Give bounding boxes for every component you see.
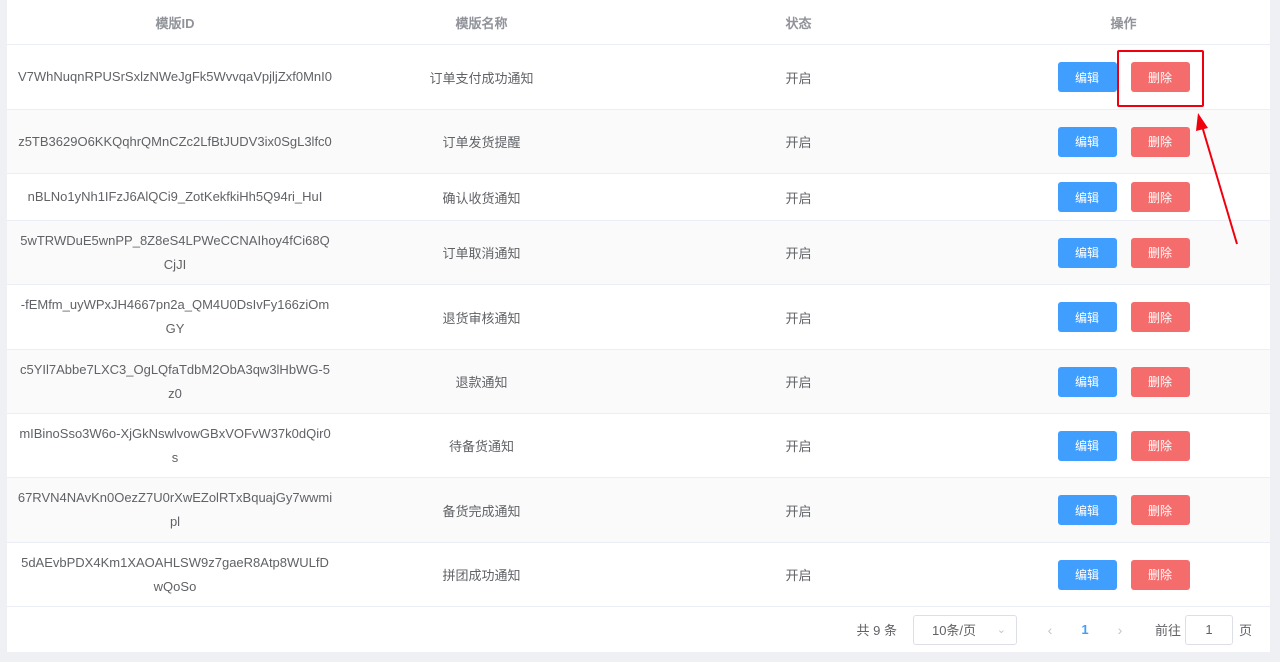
table-row: mIBinoSso3W6o-XjGkNswlvowGBxVOFvW37k0dQi… [7, 414, 1270, 478]
template-name-cell: 备货完成通知 [442, 503, 521, 519]
template-id-cell: 67RVN4NAvKn0OezZ7U0rXwEZolRTxBquajGy7wwm… [17, 490, 333, 529]
goto-label: 前往 [1154, 623, 1181, 638]
status-cell: 开启 [785, 246, 812, 261]
edit-button[interactable]: 编辑 [1057, 302, 1117, 332]
column-header-actions: 操作 [1110, 15, 1137, 31]
goto-unit: 页 [1238, 623, 1252, 638]
template-name-cell: 拼团成功通知 [442, 568, 521, 583]
page-size-value: 10条/页 [931, 623, 977, 638]
delete-button[interactable]: 删除 [1130, 302, 1190, 332]
status-cell: 开启 [785, 375, 812, 390]
template-id-cell: c5YIl7Abbe7LXC3_OgLQfaTdbM2ObA3qw3lHbWG-… [20, 361, 330, 401]
template-name-cell: 确认收货通知 [442, 190, 521, 206]
actions-cell: 编辑 删除 [977, 285, 1270, 349]
pagination-total: 共 9 条 [856, 623, 897, 638]
actions-cell: 编辑 删除 [977, 350, 1270, 413]
table-row: -fEMfm_uyWPxJH4667pn2a_QM4U0DsIvFy166ziO… [7, 285, 1270, 350]
edit-button[interactable]: 编辑 [1057, 237, 1117, 268]
table-row: c5YIl7Abbe7LXC3_OgLQfaTdbM2ObA3qw3lHbWG-… [7, 350, 1270, 414]
template-name-cell: 订单支付成功通知 [429, 70, 534, 86]
column-header-status: 状态 [785, 15, 812, 31]
status-cell: 开启 [785, 503, 812, 519]
delete-button[interactable]: 删除 [1130, 366, 1190, 397]
table-row: 5dAEvbPDX4Km1XAOAHLSW9z7gaeR8Atp8WULfDwQ… [7, 543, 1270, 607]
table-body: V7WhNuqnRPUSrSxlzNWeJgFk5WvvqaVpjljZxf0M… [7, 45, 1270, 607]
delete-button[interactable]: 删除 [1130, 126, 1190, 157]
table-row: V7WhNuqnRPUSrSxlzNWeJgFk5WvvqaVpjljZxf0M… [7, 45, 1270, 110]
status-cell: 开启 [785, 135, 812, 150]
edit-button[interactable]: 编辑 [1057, 62, 1117, 92]
table-row: z5TB3629O6KKQqhrQMnCZc2LfBtJUDV3ix0SgL3l… [7, 110, 1270, 174]
column-header-template-id: 模版ID [155, 15, 195, 31]
status-cell: 开启 [785, 568, 812, 583]
template-name-cell: 待备货通知 [448, 439, 514, 454]
delete-button[interactable]: 删除 [1130, 559, 1190, 590]
template-id-cell: z5TB3629O6KKQqhrQMnCZc2LfBtJUDV3ix0SgL3l… [18, 133, 332, 149]
template-id-cell: 5dAEvbPDX4Km1XAOAHLSW9z7gaeR8Atp8WULfDwQ… [21, 554, 329, 594]
actions-cell: 编辑 删除 [977, 45, 1270, 109]
table-row: 67RVN4NAvKn0OezZ7U0rXwEZolRTxBquajGy7wwm… [7, 478, 1270, 543]
edit-button[interactable]: 编辑 [1057, 495, 1117, 525]
template-name-cell: 订单取消通知 [442, 246, 521, 261]
actions-cell: 编辑 删除 [977, 174, 1270, 220]
actions-cell: 编辑 删除 [977, 478, 1270, 542]
template-id-cell: mIBinoSso3W6o-XjGkNswlvowGBxVOFvW37k0dQi… [19, 425, 331, 465]
delete-button[interactable]: 删除 [1130, 62, 1190, 92]
page-number-current[interactable]: 1 [1065, 622, 1105, 637]
column-header-template-name: 模版名称 [455, 15, 508, 31]
status-cell: 开启 [785, 70, 812, 86]
template-id-cell: -fEMfm_uyWPxJH4667pn2a_QM4U0DsIvFy166ziO… [20, 297, 330, 336]
actions-cell: 编辑 删除 [977, 414, 1270, 477]
edit-button[interactable]: 编辑 [1057, 430, 1117, 461]
table-row: 5wTRWDuE5wnPP_8Z8eS4LPWeCCNAIhoy4fCi68QC… [7, 221, 1270, 285]
template-id-cell: 5wTRWDuE5wnPP_8Z8eS4LPWeCCNAIhoy4fCi68QC… [20, 232, 330, 272]
delete-button[interactable]: 删除 [1130, 237, 1190, 268]
delete-button[interactable]: 删除 [1130, 430, 1190, 461]
template-name-cell: 订单发货提醒 [442, 135, 521, 150]
chevron-left-icon[interactable]: ‹ [1035, 622, 1065, 638]
edit-button[interactable]: 编辑 [1057, 366, 1117, 397]
template-id-cell: nBLNo1yNh1IFzJ6AlQCi9_ZotKekfkiHh5Q94ri_… [27, 189, 323, 204]
delete-button[interactable]: 删除 [1130, 182, 1190, 212]
table-row: nBLNo1yNh1IFzJ6AlQCi9_ZotKekfkiHh5Q94ri_… [7, 174, 1270, 221]
status-cell: 开启 [785, 439, 812, 454]
edit-button[interactable]: 编辑 [1057, 182, 1117, 212]
status-cell: 开启 [785, 190, 812, 206]
actions-cell: 编辑 删除 [977, 221, 1270, 284]
table-header: 模版ID 模版名称 状态 操作 [7, 0, 1270, 45]
template-id-cell: V7WhNuqnRPUSrSxlzNWeJgFk5WvvqaVpjljZxf0M… [17, 69, 333, 84]
delete-button[interactable]: 删除 [1130, 495, 1190, 525]
goto-page-input[interactable] [1184, 614, 1233, 645]
template-name-cell: 退款通知 [455, 375, 508, 390]
status-cell: 开启 [785, 310, 812, 326]
edit-button[interactable]: 编辑 [1057, 126, 1117, 157]
chevron-down-icon: ⌄ [996, 624, 1006, 636]
template-table-panel: 模版ID 模版名称 状态 操作 V7WhNuqnRPUSrSxlzNWeJgFk… [7, 0, 1270, 652]
pagination: 共 9 条 10条/页 ⌄ ‹ 1 › 前往 页 [7, 607, 1270, 652]
page-size-select[interactable]: 10条/页 ⌄ [912, 614, 1017, 645]
actions-cell: 编辑 删除 [977, 110, 1270, 173]
template-name-cell: 退货审核通知 [442, 310, 521, 326]
actions-cell: 编辑 删除 [977, 543, 1270, 606]
edit-button[interactable]: 编辑 [1057, 559, 1117, 590]
chevron-right-icon[interactable]: › [1105, 622, 1135, 638]
